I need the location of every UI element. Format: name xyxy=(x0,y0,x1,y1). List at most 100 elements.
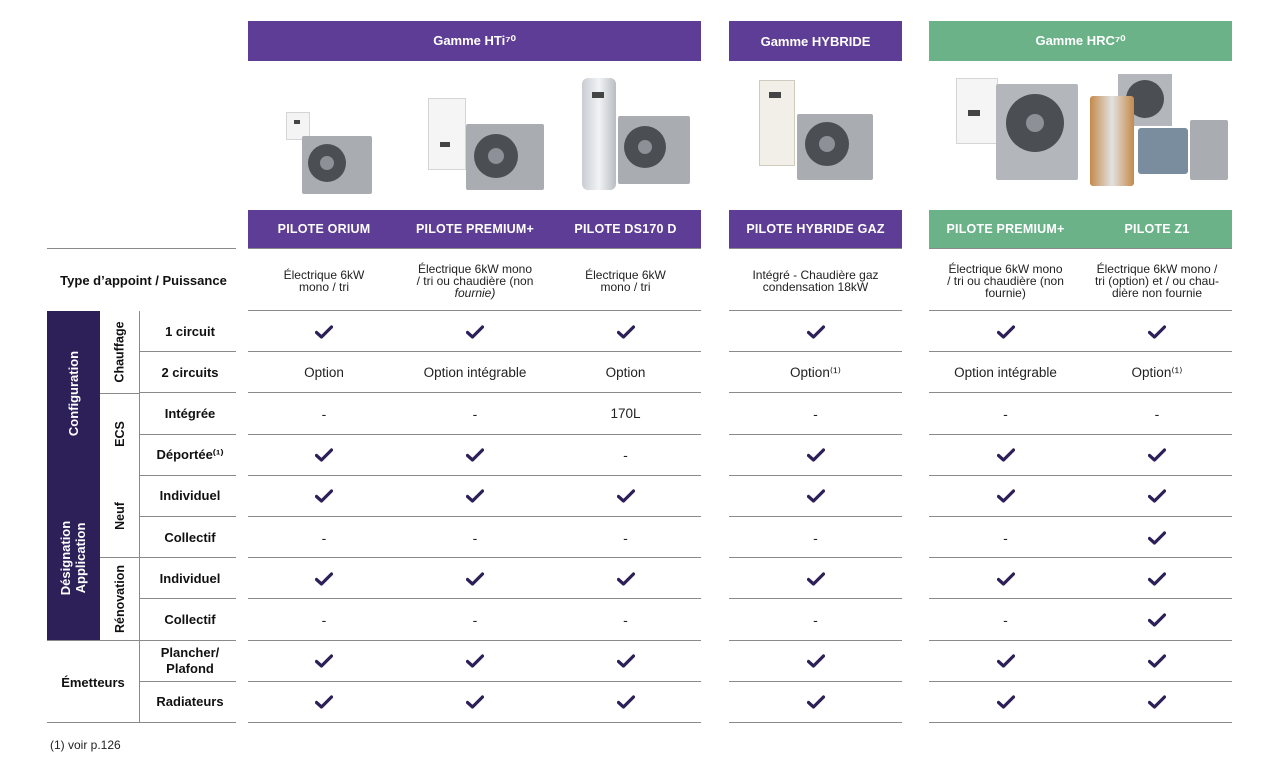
check-icon xyxy=(1082,599,1232,640)
dash-value: - xyxy=(321,611,327,628)
dash-value: - xyxy=(813,611,818,628)
appoint-cell: Intégré - Chaudière gaz condensation 18kW xyxy=(729,256,902,306)
footnote: (1) voir p.126 xyxy=(50,738,121,752)
option-value: 170L xyxy=(610,406,641,422)
row-label: Radiateurs xyxy=(156,694,224,710)
dash-value: - xyxy=(1003,611,1008,628)
check-icon xyxy=(400,558,550,599)
row-label: Individuel xyxy=(159,570,221,586)
check-icon xyxy=(929,476,1082,517)
emetteurs-label: Émetteurs xyxy=(61,674,125,690)
check-icon xyxy=(1082,517,1232,558)
check-icon xyxy=(1082,558,1232,599)
row-label: Collectif xyxy=(164,529,216,545)
appoint-cell: Électrique 6kW mono / tri xyxy=(248,256,400,306)
check-icon xyxy=(400,641,550,682)
chauffage-subgroup: Chauffage xyxy=(113,321,127,383)
option-value: Option xyxy=(304,365,344,381)
appoint-cell: Électrique 6kW mono / tri xyxy=(550,256,701,306)
appoint-cell: Électrique 6kW mono / tri (option) et / o… xyxy=(1082,256,1232,306)
row-label: Déportée⁽¹⁾ xyxy=(156,447,224,463)
dash-value: - xyxy=(472,611,478,628)
row-label: Individuel xyxy=(159,488,221,504)
check-icon xyxy=(1082,311,1232,352)
check-icon xyxy=(929,641,1082,682)
check-icon xyxy=(550,476,701,517)
pilote-ds170d-header: PILOTE DS170 D xyxy=(550,210,701,248)
dash-value: - xyxy=(321,405,327,422)
appoint-line: condensation 18kW xyxy=(762,280,869,294)
dash-value: - xyxy=(1154,405,1160,422)
pilote-hybride-gaz-header: PILOTE HYBRIDE GAZ xyxy=(729,210,902,248)
appoint-row-label: Type d’appoint / Puissance xyxy=(60,272,227,288)
product-image-premium-hti xyxy=(426,96,546,196)
ecs-subgroup: ECS xyxy=(112,421,127,447)
product-image-premium-hrc xyxy=(956,76,1078,186)
pilote-orium-header: PILOTE ORIUM xyxy=(248,210,400,248)
check-icon xyxy=(400,682,550,723)
check-icon xyxy=(400,311,550,352)
option-value: Option⁽¹⁾ xyxy=(790,364,841,380)
product-image-z1 xyxy=(1082,74,1230,194)
check-icon xyxy=(248,641,400,682)
product-image-orium xyxy=(286,108,376,198)
appoint-line: mono / tri xyxy=(298,280,349,294)
check-icon xyxy=(729,476,902,517)
pilote-z1-header: PILOTE Z1 xyxy=(1082,210,1232,248)
divider xyxy=(100,557,140,558)
appoint-line: mono / tri xyxy=(600,280,651,294)
check-icon xyxy=(929,311,1082,352)
divider xyxy=(248,248,701,249)
configuration-group: Configuration xyxy=(47,311,100,475)
check-icon xyxy=(1082,435,1232,476)
gamme-hybride-header: Gamme HYBRIDE xyxy=(729,21,902,61)
product-image-hybride-gaz xyxy=(757,80,875,190)
check-icon xyxy=(729,435,902,476)
check-icon xyxy=(929,558,1082,599)
divider xyxy=(140,722,236,723)
option-value: Option⁽¹⁾ xyxy=(1131,364,1183,380)
designation-group: Désignation Application xyxy=(47,475,100,640)
row-label: 1 circuit xyxy=(165,323,215,339)
gamme-hrc-header: Gamme HRC⁷⁰ xyxy=(929,21,1232,61)
pilote-premium-hrc-header: PILOTE PREMIUM+ xyxy=(929,210,1082,248)
dash-value: - xyxy=(623,611,628,628)
divider xyxy=(47,722,140,723)
check-icon xyxy=(400,476,550,517)
check-icon xyxy=(1082,682,1232,723)
dash-value: - xyxy=(1003,405,1008,422)
dash-value: - xyxy=(321,529,327,546)
check-icon xyxy=(550,558,701,599)
check-icon xyxy=(1082,476,1232,517)
check-icon xyxy=(550,311,701,352)
appoint-cell: Électrique 6kW mono / tri ou chaudière (n… xyxy=(400,256,550,306)
check-icon xyxy=(550,641,701,682)
check-icon xyxy=(929,682,1082,723)
row-label: Plancher/Plafond xyxy=(160,645,220,677)
dash-value: - xyxy=(472,529,478,546)
pilote-premium-hti-header: PILOTE PREMIUM+ xyxy=(400,210,550,248)
appoint-line: fournie) xyxy=(985,286,1026,300)
appoint-line: dière non fournie xyxy=(1111,286,1203,300)
dash-value: - xyxy=(1003,529,1008,546)
appoint-cell: Électrique 6kW mono / tri ou chaudière (n… xyxy=(929,256,1082,306)
check-icon xyxy=(729,641,902,682)
check-icon xyxy=(248,435,400,476)
check-icon xyxy=(400,435,550,476)
option-value: Option intégrable xyxy=(423,365,527,381)
divider xyxy=(729,248,902,249)
renovation-subgroup: Rénovation xyxy=(113,564,127,633)
designation-label: Désignation Application xyxy=(58,520,89,595)
row-label: 2 circuits xyxy=(161,364,219,380)
product-image-ds170d xyxy=(578,78,690,194)
neuf-subgroup: Neuf xyxy=(113,502,127,530)
dash-value: - xyxy=(472,405,478,422)
check-icon xyxy=(929,435,1082,476)
row-label: Intégrée xyxy=(164,405,216,421)
divider xyxy=(100,393,140,394)
dash-value: - xyxy=(623,447,628,464)
row-label: Collectif xyxy=(164,611,216,627)
check-icon xyxy=(248,558,400,599)
configuration-label: Configuration xyxy=(66,350,81,436)
dash-value: - xyxy=(623,529,628,546)
